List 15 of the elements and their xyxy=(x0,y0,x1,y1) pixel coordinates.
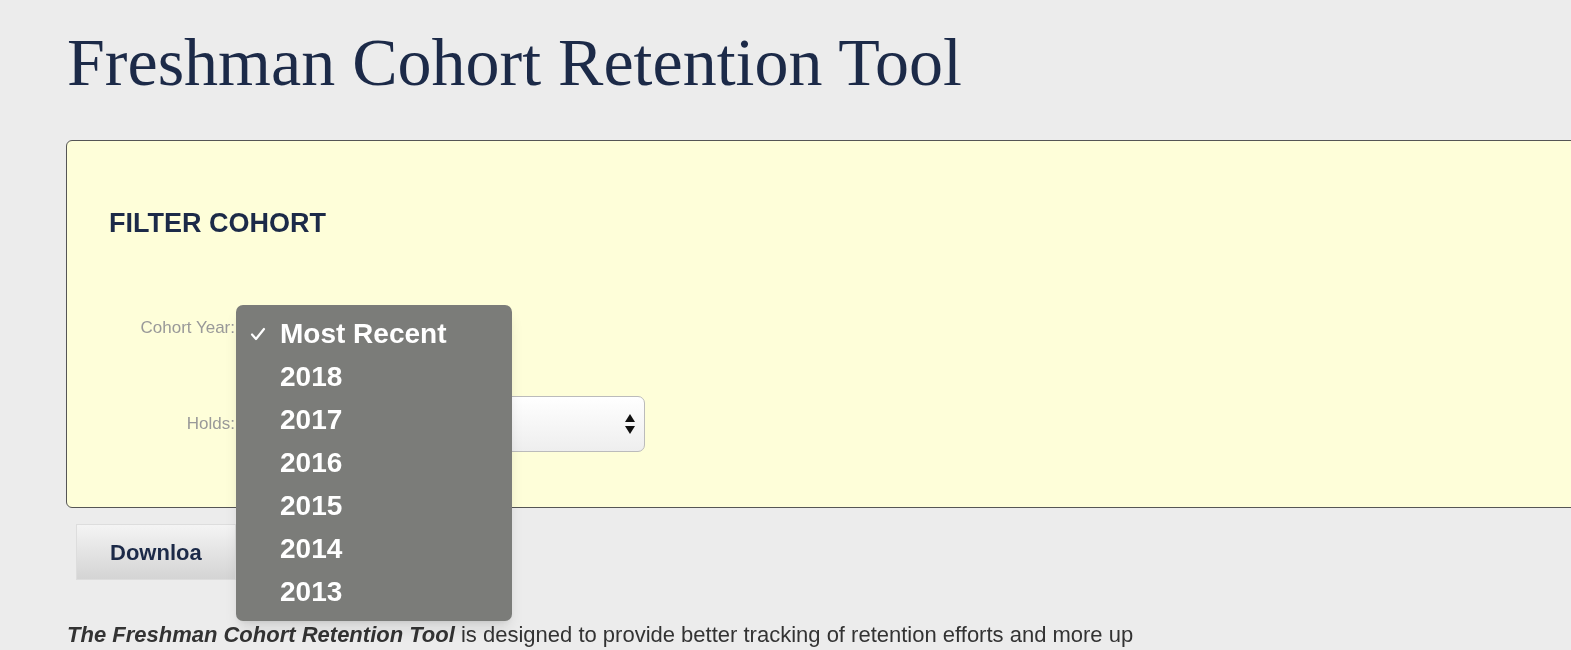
filter-heading: FILTER COHORT xyxy=(109,207,326,240)
field-label: Holds: xyxy=(186,412,235,435)
menu-option[interactable]: 2016 xyxy=(280,441,343,484)
intro-paragraph: The Freshman Cohort Retention Tool is designed to provide better tracking of retention efforts and more up xyxy=(67,622,1135,648)
menu-option[interactable]: 2017 xyxy=(280,398,343,441)
checkmark-icon xyxy=(250,326,266,341)
menu-option[interactable]: Most Recent xyxy=(280,312,447,355)
menu-option[interactable]: 2018 xyxy=(280,355,343,398)
field-label: Cohort Year: xyxy=(140,316,235,339)
menu-option[interactable]: 2015 xyxy=(280,484,343,527)
download-button[interactable]: Downloa xyxy=(76,524,236,580)
stepper-icon xyxy=(624,412,636,435)
menu-option[interactable]: 2014 xyxy=(280,527,343,570)
menu-option[interactable]: 2013 xyxy=(280,570,343,613)
page-title: Freshman Cohort Retention Tool xyxy=(67,23,962,102)
